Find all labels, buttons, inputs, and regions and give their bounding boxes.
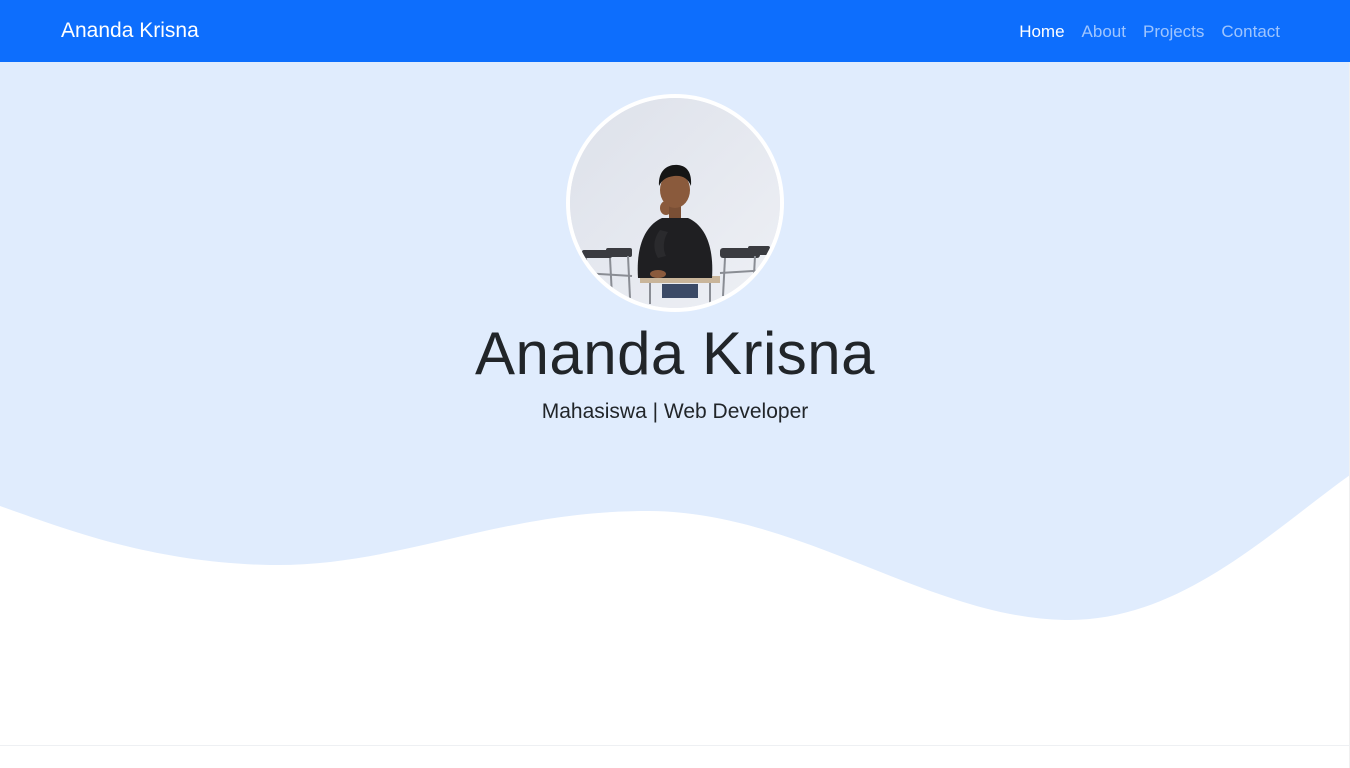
nav-links: Home About Projects Contact — [1019, 20, 1280, 44]
navbar: Ananda Krisna Home About Projects Contac… — [0, 0, 1350, 62]
hero-name: Ananda Krisna — [474, 320, 876, 387]
nav-link-projects[interactable]: Projects — [1143, 20, 1204, 44]
hero-tagline: Mahasiswa | Web Developer — [541, 400, 809, 423]
profile-photo-image — [570, 98, 780, 308]
nav-link-about[interactable]: About — [1082, 20, 1126, 44]
nav-link-home[interactable]: Home — [1019, 20, 1064, 44]
section-divider — [0, 745, 1350, 746]
navbar-brand[interactable]: Ananda Krisna — [61, 17, 199, 45]
profile-photo — [566, 94, 784, 312]
nav-link-contact[interactable]: Contact — [1221, 20, 1280, 44]
hero-section: Ananda Krisna Mahasiswa | Web Developer — [0, 62, 1350, 622]
